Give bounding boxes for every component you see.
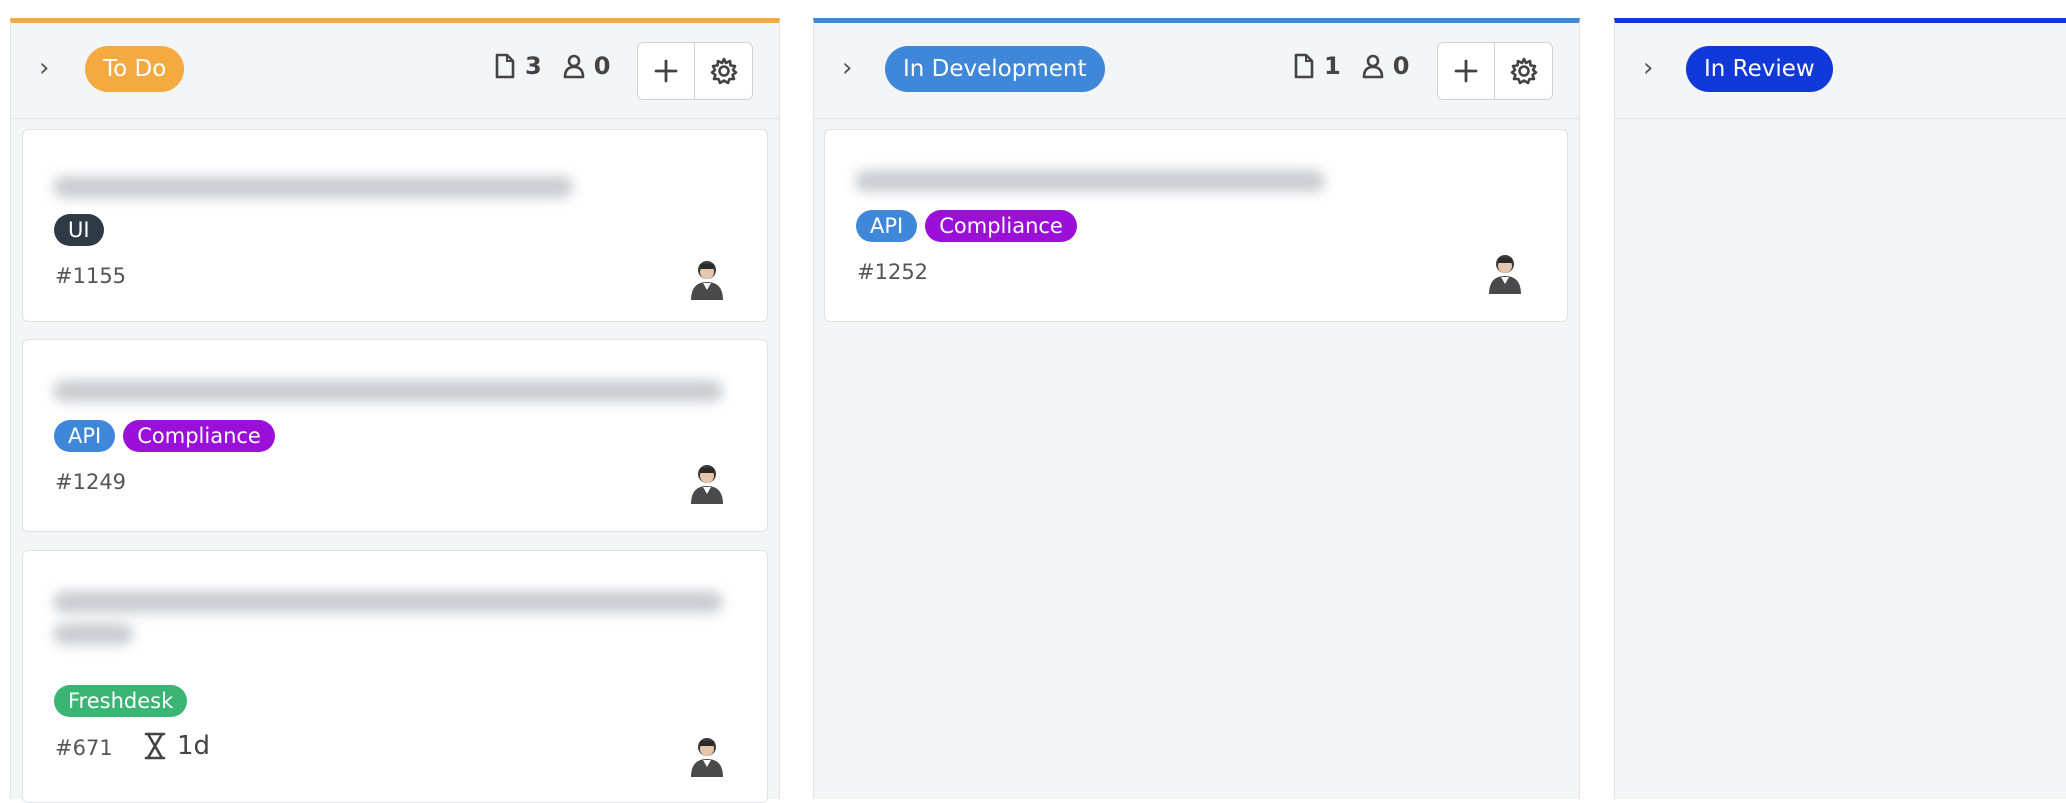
hourglass-icon	[144, 732, 166, 760]
header-divider	[814, 118, 1579, 119]
chevron-right-icon[interactable]: ›	[842, 53, 862, 83]
column-header: › To Do 3 0	[11, 23, 779, 118]
tag: UI	[54, 214, 104, 246]
card-icon	[495, 53, 515, 79]
column-header: › In Development 1 0	[814, 23, 1579, 118]
column-settings-button[interactable]	[695, 42, 753, 100]
card-id: #671	[55, 736, 113, 760]
column-in-review: › In Review	[1614, 18, 2066, 799]
card[interactable]: API Compliance #1249	[22, 339, 768, 532]
estimate-value: 1d	[177, 731, 211, 761]
status-pill: In Review	[1686, 46, 1833, 92]
person-icon	[1362, 54, 1384, 79]
card-title-redacted	[53, 591, 723, 613]
gear-icon	[1510, 57, 1537, 85]
card-title-redacted	[53, 380, 723, 402]
card-tags: UI	[54, 214, 104, 246]
avatar	[691, 261, 723, 300]
card-title-redacted	[855, 170, 1325, 192]
card-tags: Freshdesk	[54, 685, 188, 717]
person-icon	[563, 54, 585, 79]
card-id: #1252	[857, 260, 929, 284]
avatar	[1489, 255, 1521, 294]
card-id: #1155	[55, 264, 127, 288]
column-settings-button[interactable]	[1495, 42, 1553, 100]
column-counts: 3 0	[493, 51, 622, 81]
column-in-development: › In Development 1 0 API Compliance #125…	[813, 18, 1580, 799]
card[interactable]: API Compliance #1252	[824, 129, 1568, 322]
tag: Compliance	[123, 420, 275, 452]
card-id: #1249	[55, 470, 127, 494]
header-divider	[1615, 118, 2066, 119]
user-count: 0	[593, 52, 611, 80]
tag: API	[856, 210, 918, 242]
column-to-do: › To Do 3 0 UI #1155 API Compliance #124…	[10, 18, 780, 803]
user-count: 0	[1392, 52, 1410, 80]
status-pill: To Do	[85, 46, 185, 92]
card-tags: API Compliance	[54, 420, 275, 452]
add-card-button[interactable]	[637, 42, 695, 100]
column-header: › In Review	[1615, 23, 2066, 118]
kanban-board: › To Do 3 0 UI #1155 API Compliance #124…	[0, 0, 2066, 803]
tag: Freshdesk	[54, 685, 188, 717]
card-count: 1	[1324, 52, 1341, 80]
header-divider	[11, 118, 779, 119]
card-title-redacted	[53, 623, 133, 645]
avatar	[691, 738, 723, 777]
card[interactable]: Freshdesk #671 1d	[22, 550, 768, 803]
status-pill: In Development	[885, 46, 1105, 92]
card-icon	[1294, 53, 1314, 79]
add-card-button[interactable]	[1437, 42, 1495, 100]
card-count: 3	[525, 52, 542, 80]
card[interactable]: UI #1155	[22, 129, 768, 322]
chevron-right-icon[interactable]: ›	[39, 53, 59, 83]
tag: API	[54, 420, 116, 452]
column-counts: 1 0	[1292, 51, 1421, 81]
card-tags: API Compliance	[856, 210, 1077, 242]
gear-icon	[710, 57, 737, 85]
chevron-right-icon[interactable]: ›	[1643, 53, 1663, 83]
plus-icon	[1454, 59, 1478, 83]
tag: Compliance	[925, 210, 1077, 242]
card-title-redacted	[53, 176, 573, 198]
avatar	[691, 465, 723, 504]
time-estimate: 1d	[143, 731, 210, 761]
plus-icon	[654, 59, 678, 83]
